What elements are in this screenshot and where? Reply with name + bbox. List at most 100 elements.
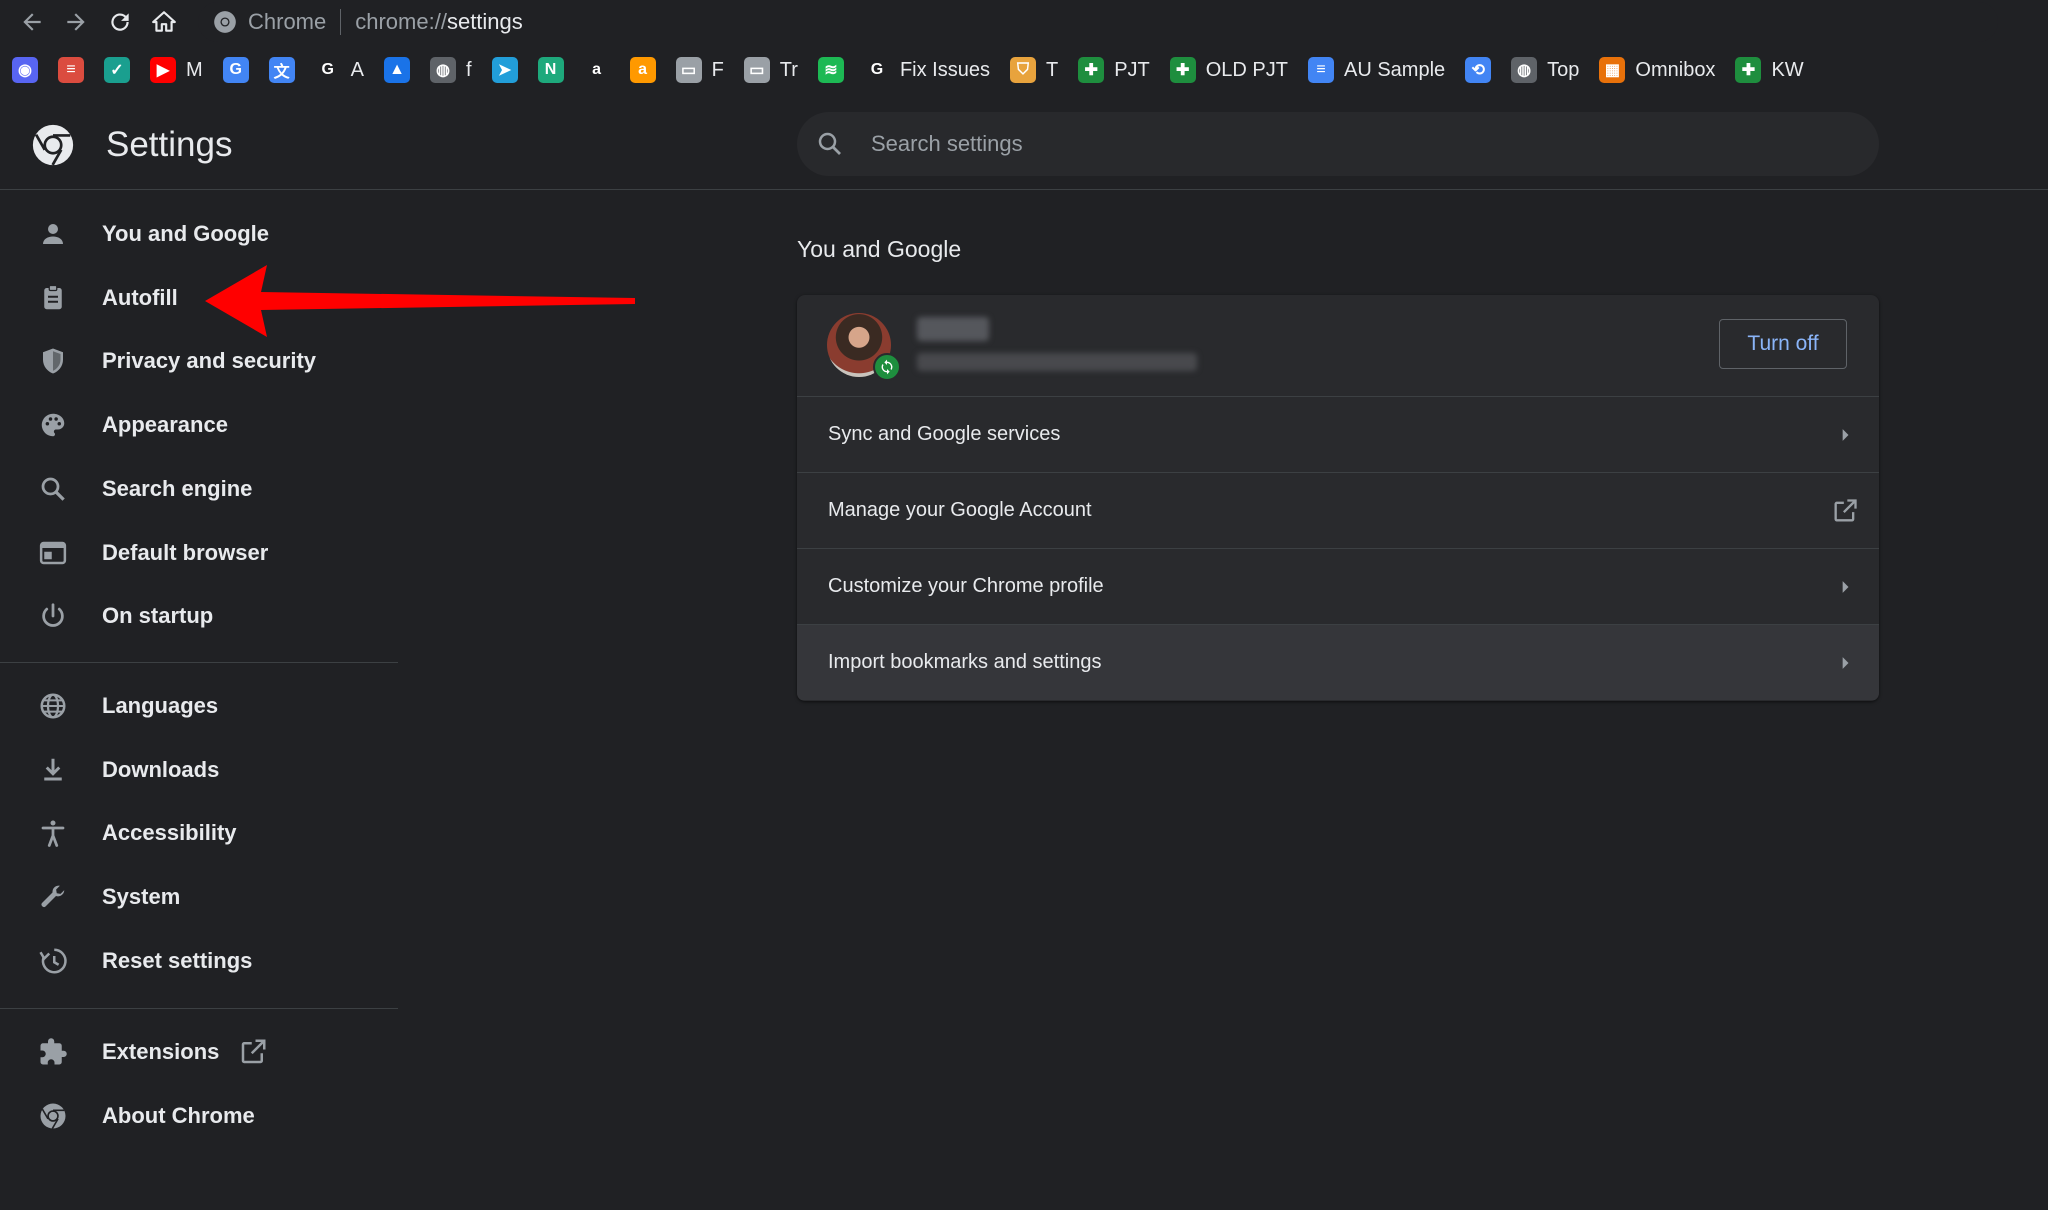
forward-button[interactable] [56,2,96,42]
bookmark-item[interactable]: G Fix Issues [856,50,998,90]
address-bar[interactable]: Chrome chrome://settings [198,2,1998,42]
bookmark-item[interactable]: ✓ [96,50,138,90]
check-circle-icon: ✓ [104,57,130,83]
settings-row-manage-your-google-account[interactable]: Manage your Google Account [797,472,1879,548]
sidebar-item-label: Default browser [102,540,269,565]
sidebar-item-downloads[interactable]: Downloads [0,741,400,799]
sheets-icon: ✚ [1735,57,1762,83]
sheets-icon: ✚ [1169,57,1196,83]
link-icon: ⟲ [1465,57,1492,83]
settings-row-sync-and-google-services[interactable]: Sync and Google services [797,396,1879,472]
sidebar-item-on-startup[interactable]: On startup [0,587,400,645]
bookmark-label: Top [1547,58,1580,81]
bookmark-item[interactable]: ✚ KW [1727,50,1811,90]
sidebar-item-extensions[interactable]: Extensions [0,1023,400,1081]
sidebar-item-privacy-and-security[interactable]: Privacy and security [0,332,400,390]
sidebar-item-system[interactable]: System [0,868,400,926]
red-arrow-annotation [205,265,635,337]
bookmark-item[interactable]: GA [307,50,372,90]
bookmark-item[interactable]: ▦ Omnibox [1591,50,1723,90]
bookmark-label: T [1045,58,1059,81]
bookmark-label: KW [1771,58,1804,81]
bookmark-item[interactable]: ✚ PJT [1070,50,1158,90]
power-icon [38,601,68,631]
restore-icon [38,946,68,976]
palette-icon [38,410,68,440]
accessibility-icon [38,818,68,848]
settings-row-label: Customize your Chrome profile [828,575,1104,597]
sidebar-item-appearance[interactable]: Appearance [0,396,400,454]
chrome-icon [38,1101,68,1131]
bookmark-item[interactable]: ≡ [50,50,92,90]
bookmark-item[interactable]: ✚ OLD PJT [1162,50,1296,90]
bookmark-item[interactable]: 文 [261,50,303,90]
bookmark-item[interactable]: ⟲ [1457,50,1499,90]
sidebar-item-label: System [102,884,181,909]
sidebar-item-you-and-google[interactable]: You and Google [0,205,400,263]
bookmark-label: F [711,58,724,81]
settings-header: Settings [0,100,2048,190]
browser-toolbar: Chrome chrome://settings [0,0,2048,44]
sidebar-item-reset-settings[interactable]: Reset settings [0,932,400,990]
settings-row-customize-your-chrome-profile[interactable]: Customize your Chrome profile [797,548,1879,624]
bookmark-item[interactable]: ≡ AU Sample [1300,50,1453,90]
search-settings-input[interactable] [869,123,1879,165]
bookmark-item[interactable]: ▶ M [142,50,211,90]
bookmark-item[interactable]: ≋ [810,50,852,90]
bookmark-item[interactable]: ▲ [376,50,418,90]
external-link-icon [1831,497,1859,525]
sidebar-item-accessibility[interactable]: Accessibility [0,804,400,862]
reload-button[interactable] [100,2,140,42]
sidebar-divider [0,662,398,663]
telegram-icon: ➤ [491,57,518,83]
sidebar-item-label: About Chrome [102,1103,255,1128]
search-settings-box[interactable] [797,112,1879,176]
bookmark-item[interactable]: G [215,50,257,90]
bookmark-item[interactable]: N [530,50,572,90]
sheets-icon: ✚ [1078,57,1105,83]
bookmark-item[interactable]: ⛉ T [1002,50,1066,90]
bookmark-label: PJT [1114,58,1150,81]
docs-icon: ≡ [1308,57,1334,83]
sidebar-item-languages[interactable]: Languages [0,677,400,735]
shield-badge-icon: ⛉ [1009,57,1036,83]
bookmark-item[interactable]: ◍ f [422,50,480,90]
bookmark-item[interactable]: ▭ F [668,50,732,90]
sidebar-item-search-engine[interactable]: Search engine [0,460,400,518]
bookmark-item[interactable]: ◉ [4,50,46,90]
sidebar-item-label: Autofill [102,285,178,310]
bookmark-item[interactable]: a [622,50,664,90]
bookmark-item[interactable]: ◍ Top [1503,50,1587,90]
back-button[interactable] [12,2,52,42]
bookmark-item[interactable]: a [576,50,618,90]
bookmark-label: Fix Issues [899,58,990,81]
account-email-redacted [917,353,1197,371]
address-divider [340,9,342,35]
flask-icon: ▲ [384,57,411,83]
todoist-icon: ≡ [58,57,84,83]
shield-icon [38,346,68,376]
amazon-icon: a [592,61,602,78]
site-name: Chrome [248,9,327,34]
google-icon: G [870,61,884,78]
bookmark-item[interactable]: ▭ Tr [736,50,806,90]
bookmark-label: f [466,58,472,81]
bookmark-item[interactable]: ➤ [484,50,526,90]
sidebar-item-label: Accessibility [102,820,237,845]
sidebar-item-label: Languages [102,693,219,718]
sidebar-item-about-chrome[interactable]: About Chrome [0,1087,400,1145]
chrome-icon [214,11,236,33]
amazon-a-icon: a [629,57,656,83]
home-icon [152,11,176,32]
sidebar-item-label: Search engine [102,476,253,501]
omnibox-sheet-icon: ▦ [1599,57,1626,83]
sync-badge-icon [873,353,901,381]
url-host: settings [446,9,523,34]
turn-off-sync-button[interactable]: Turn off [1719,319,1847,369]
sidebar-item-default-browser[interactable]: Default browser [0,524,400,582]
n-app-icon: N [537,57,564,83]
home-button[interactable] [144,2,184,42]
spotify-icon: ≋ [817,57,844,83]
folder-icon: ▭ [675,57,702,83]
settings-row-import-bookmarks-and-settings[interactable]: Import bookmarks and settings [797,624,1879,700]
